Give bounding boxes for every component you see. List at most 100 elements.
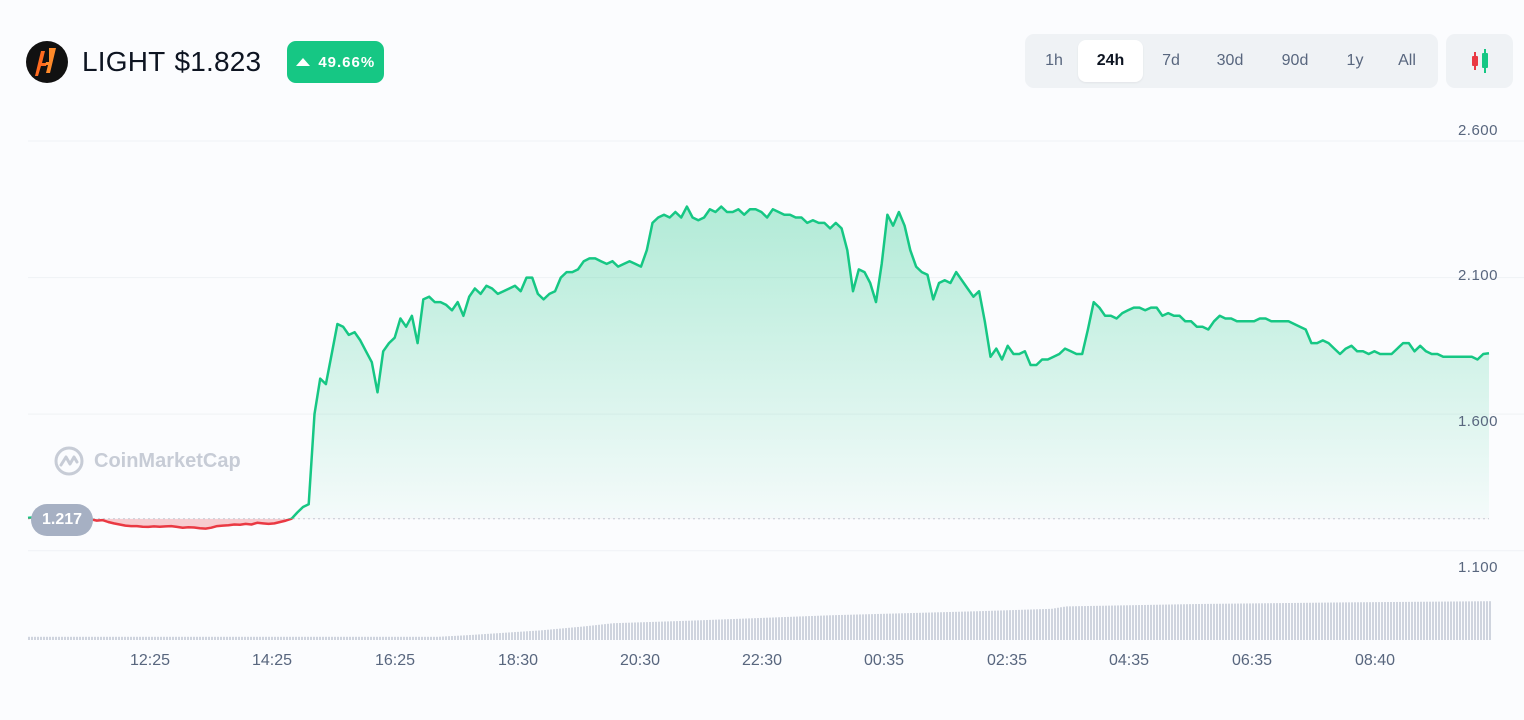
volume-bar: [1096, 605, 1098, 640]
volume-bar: [865, 614, 867, 640]
volume-bar: [1435, 601, 1437, 640]
volume-bar: [157, 636, 159, 640]
volume-bar: [388, 636, 390, 640]
volume-bar: [1363, 602, 1365, 640]
volume-bar: [1048, 608, 1050, 640]
volume-bar: [520, 631, 522, 640]
volume-bar: [1228, 603, 1230, 640]
volume-bar: [1465, 601, 1467, 640]
x-tick-label: 20:30: [619, 652, 661, 669]
volume-bar: [883, 613, 885, 640]
volume-bar: [943, 612, 945, 640]
volume-bar: [100, 636, 102, 640]
volume-bar: [841, 614, 843, 640]
x-tick-label: 06:35: [1231, 652, 1273, 669]
volume-bar: [169, 636, 171, 640]
volume-bar: [358, 636, 360, 640]
volume-bar: [529, 631, 531, 640]
volume-bar: [778, 617, 780, 640]
volume-bar: [85, 636, 87, 640]
volume-bar: [463, 635, 465, 640]
volume-bar: [367, 636, 369, 640]
volume-bar: [1117, 605, 1119, 640]
volume-bar: [1378, 602, 1380, 640]
volume-bar: [1453, 601, 1455, 640]
volume-bar: [532, 630, 534, 640]
volume-bar: [331, 636, 333, 640]
volume-bar: [322, 636, 324, 640]
volume-bar: [910, 613, 912, 640]
volume-bar: [880, 613, 882, 640]
volume-bar: [163, 636, 165, 640]
volume-bar: [1375, 602, 1377, 640]
volume-bar: [637, 622, 639, 640]
volume-bar: [94, 636, 96, 640]
volume-bar: [1114, 605, 1116, 640]
volume-bar: [517, 631, 519, 640]
volume-bar: [1294, 602, 1296, 640]
x-tick-label: 08:40: [1354, 652, 1396, 669]
volume-bar: [748, 618, 750, 640]
volume-bar: [1099, 605, 1101, 640]
volume-bar: [1411, 601, 1413, 640]
volume-bar: [928, 612, 930, 640]
volume-bar: [742, 618, 744, 640]
volume-bar: [1405, 601, 1407, 640]
volume-bar: [1441, 601, 1443, 640]
volume-bar: [1084, 606, 1086, 640]
volume-bar: [1438, 601, 1440, 640]
volume-bar: [43, 636, 45, 640]
volume-bar: [691, 620, 693, 640]
volume-bar: [445, 636, 447, 640]
volume-bar: [151, 636, 153, 640]
volume-bar: [670, 621, 672, 640]
volume-bar: [820, 615, 822, 640]
volume-bar: [1342, 602, 1344, 640]
volume-bar: [439, 636, 441, 640]
volume-bar: [133, 636, 135, 640]
volume-bar: [913, 612, 915, 640]
volume-bar: [490, 633, 492, 640]
price-chart[interactable]: [0, 0, 1524, 720]
volume-bar: [91, 636, 93, 640]
volume-bar: [793, 616, 795, 640]
volume-bar: [718, 619, 720, 640]
volume-bar: [199, 636, 201, 640]
volume-bar: [541, 630, 543, 640]
volume-bar: [889, 613, 891, 640]
volume-bar: [685, 620, 687, 640]
volume-bar: [1270, 603, 1272, 640]
volume-bar: [271, 636, 273, 640]
x-tick-label: 12:25: [129, 652, 171, 669]
volume-bar: [907, 613, 909, 640]
volume-bar: [952, 611, 954, 640]
volume-bar: [466, 635, 468, 640]
volume-bar: [1030, 609, 1032, 640]
volume-bar: [781, 617, 783, 640]
volume-bar: [232, 636, 234, 640]
volume-bar: [244, 636, 246, 640]
volume-bar: [418, 636, 420, 640]
volume-bar: [949, 611, 951, 640]
volume-bar: [1174, 604, 1176, 640]
volume-bar: [1177, 604, 1179, 640]
volume-bar: [1351, 602, 1353, 640]
volume-bar: [1303, 602, 1305, 640]
volume-bar: [1201, 603, 1203, 640]
volume-bar: [37, 636, 39, 640]
x-tick-label: 00:35: [863, 652, 905, 669]
volume-bar: [286, 636, 288, 640]
volume-bar: [1162, 604, 1164, 640]
volume-bar: [499, 633, 501, 640]
volume-bar: [409, 636, 411, 640]
volume-bar: [205, 636, 207, 640]
volume-bar: [823, 615, 825, 640]
volume-bar: [424, 636, 426, 640]
volume-bar: [196, 636, 198, 640]
volume-bar: [136, 636, 138, 640]
volume-bar: [922, 612, 924, 640]
volume-bar: [790, 616, 792, 640]
volume-bar: [1102, 605, 1104, 640]
volume-bar: [460, 635, 462, 640]
volume-bar: [1468, 601, 1470, 640]
